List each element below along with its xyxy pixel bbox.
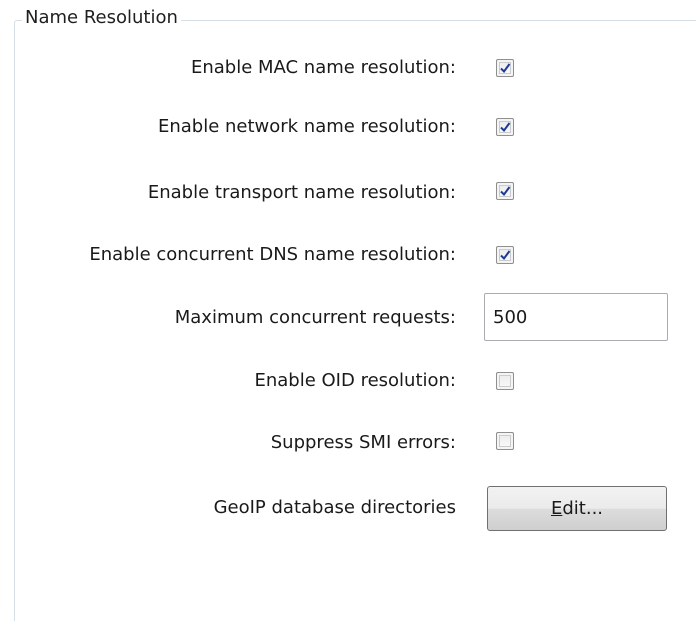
network-resolution-label: Enable network name resolution: (157, 116, 456, 137)
check-mark-icon (500, 63, 511, 74)
mac-resolution-label: Enable MAC name resolution: (190, 57, 456, 78)
edit-geoip-button[interactable]: Edit... (487, 486, 667, 531)
smi-errors-label: Suppress SMI errors: (270, 432, 456, 453)
oid-resolution-label: Enable OID resolution: (254, 370, 456, 391)
max-requests-input[interactable] (484, 293, 668, 341)
edit-mnemonic: E (550, 498, 563, 519)
transport-resolution-label: Enable transport name resolution: (147, 182, 456, 203)
dns-resolution-checkbox[interactable] (496, 246, 514, 264)
transport-resolution-checkbox[interactable] (496, 182, 514, 200)
oid-resolution-checkbox[interactable] (496, 372, 514, 390)
dns-resolution-label: Enable concurrent DNS name resolution: (89, 244, 456, 265)
group-title: Name Resolution (22, 7, 181, 28)
check-mark-icon (500, 250, 511, 261)
edit-label-rest: dit... (562, 498, 604, 519)
check-mark-icon (500, 122, 511, 133)
network-resolution-checkbox[interactable] (496, 118, 514, 136)
max-requests-label: Maximum concurrent requests: (174, 307, 456, 328)
mac-resolution-checkbox[interactable] (496, 59, 514, 77)
smi-errors-checkbox[interactable] (496, 432, 514, 450)
check-mark-icon (500, 186, 511, 197)
geoip-label: GeoIP database directories (213, 497, 456, 518)
